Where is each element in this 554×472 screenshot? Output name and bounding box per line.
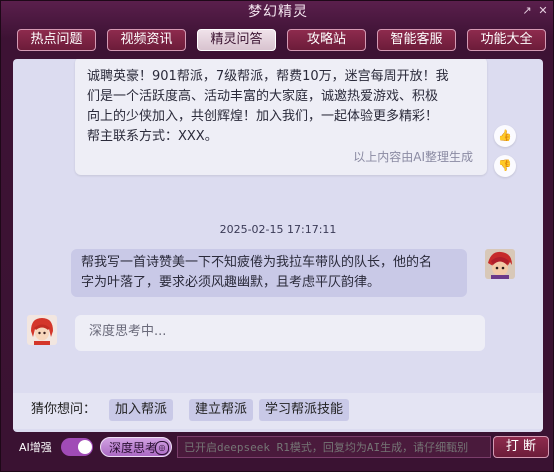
ai-enhance-toggle[interactable]	[61, 438, 93, 456]
interrupt-button[interactable]: 打 断	[493, 436, 549, 458]
chat-panel[interactable]: 诚聘英豪！901帮派，7级帮派，帮费10万，迷宫每周开放！我 们是一个活跃度高、…	[13, 59, 543, 432]
ai-generated-note: 以上内容由AI整理生成	[353, 150, 473, 164]
suggestion-chip[interactable]: 建立帮派	[189, 399, 254, 421]
tab-all-features[interactable]: 功能大全	[467, 29, 546, 51]
ai-message-line: 们是一个活跃度高、活动丰富的大家庭，诚邀热爱游戏、积极	[87, 89, 439, 104]
ai-enhance-label: AI增强	[19, 441, 52, 454]
deep-think-button[interactable]: 深度思考 ◎	[100, 437, 172, 457]
chat-input[interactable]	[177, 436, 491, 458]
tab-video-news[interactable]: 视频资讯	[107, 29, 186, 51]
tab-guides[interactable]: 攻略站	[287, 29, 366, 51]
user-message-line: 字为叶落了，要求必须风趣幽默，且考虑平仄韵律。	[81, 275, 381, 290]
suggestions-label: 猜你想问：	[31, 402, 97, 417]
ai-message-bubble: 诚聘英豪！901帮派，7级帮派，帮费10万，迷宫每周开放！我 们是一个活跃度高、…	[75, 59, 487, 175]
suggestion-chip[interactable]: 加入帮派	[109, 399, 174, 421]
title-bar[interactable]: 梦幻精灵 ↗ ✕	[1, 1, 554, 23]
user-avatar	[485, 249, 515, 279]
ai-message-line: 诚聘英豪！901帮派，7级帮派，帮费10万，迷宫每周开放！我	[87, 69, 449, 84]
thumbs-up-icon[interactable]: 👍	[494, 125, 516, 147]
ai-avatar	[27, 315, 57, 345]
nav-tabs: 热点问题 视频资讯 精灵问答 攻略站 智能客服 功能大全	[9, 29, 547, 53]
input-bar: AI增强 深度思考 ◎ 打 断	[9, 436, 549, 460]
ai-message-line: 向上的少侠加入，共创辉煌！加入我们，一起体验更多精彩！	[87, 109, 439, 124]
user-message-line: 帮我写一首诗赞美一下不知疲倦为我拉车带队的队长，他的名	[81, 255, 433, 270]
deep-think-icon: ◎	[155, 441, 169, 455]
deep-think-label: 深度思考	[109, 441, 158, 455]
restore-icon[interactable]: ↗	[520, 4, 534, 18]
message-timestamp: 2025-02-15 17:17:11	[219, 223, 337, 236]
thinking-bubble: 深度思考中...	[75, 315, 485, 351]
window-title: 梦幻精灵	[248, 4, 308, 20]
tab-sprite-qa[interactable]: 精灵问答	[197, 29, 276, 51]
thumbs-down-icon[interactable]: 👎	[494, 155, 516, 177]
suggestions-bar: 猜你想问： 加入帮派 建立帮派 学习帮派技能	[13, 393, 543, 429]
user-message-bubble: 帮我写一首诗赞美一下不知疲倦为我拉车带队的队长，他的名 字为叶落了，要求必须风趣…	[71, 249, 467, 297]
chat-window: 梦幻精灵 ↗ ✕ 热点问题 视频资讯 精灵问答 攻略站 智能客服 功能大全 诚聘…	[0, 0, 554, 472]
thinking-text: 深度思考中...	[89, 324, 167, 339]
tab-hot-questions[interactable]: 热点问题	[17, 29, 96, 51]
toggle-knob	[78, 440, 92, 454]
close-icon[interactable]: ✕	[536, 4, 550, 18]
tab-smart-service[interactable]: 智能客服	[377, 29, 456, 51]
suggestion-chip[interactable]: 学习帮派技能	[259, 399, 350, 421]
ai-message-line: 帮主联系方式：XXX。	[87, 129, 218, 144]
